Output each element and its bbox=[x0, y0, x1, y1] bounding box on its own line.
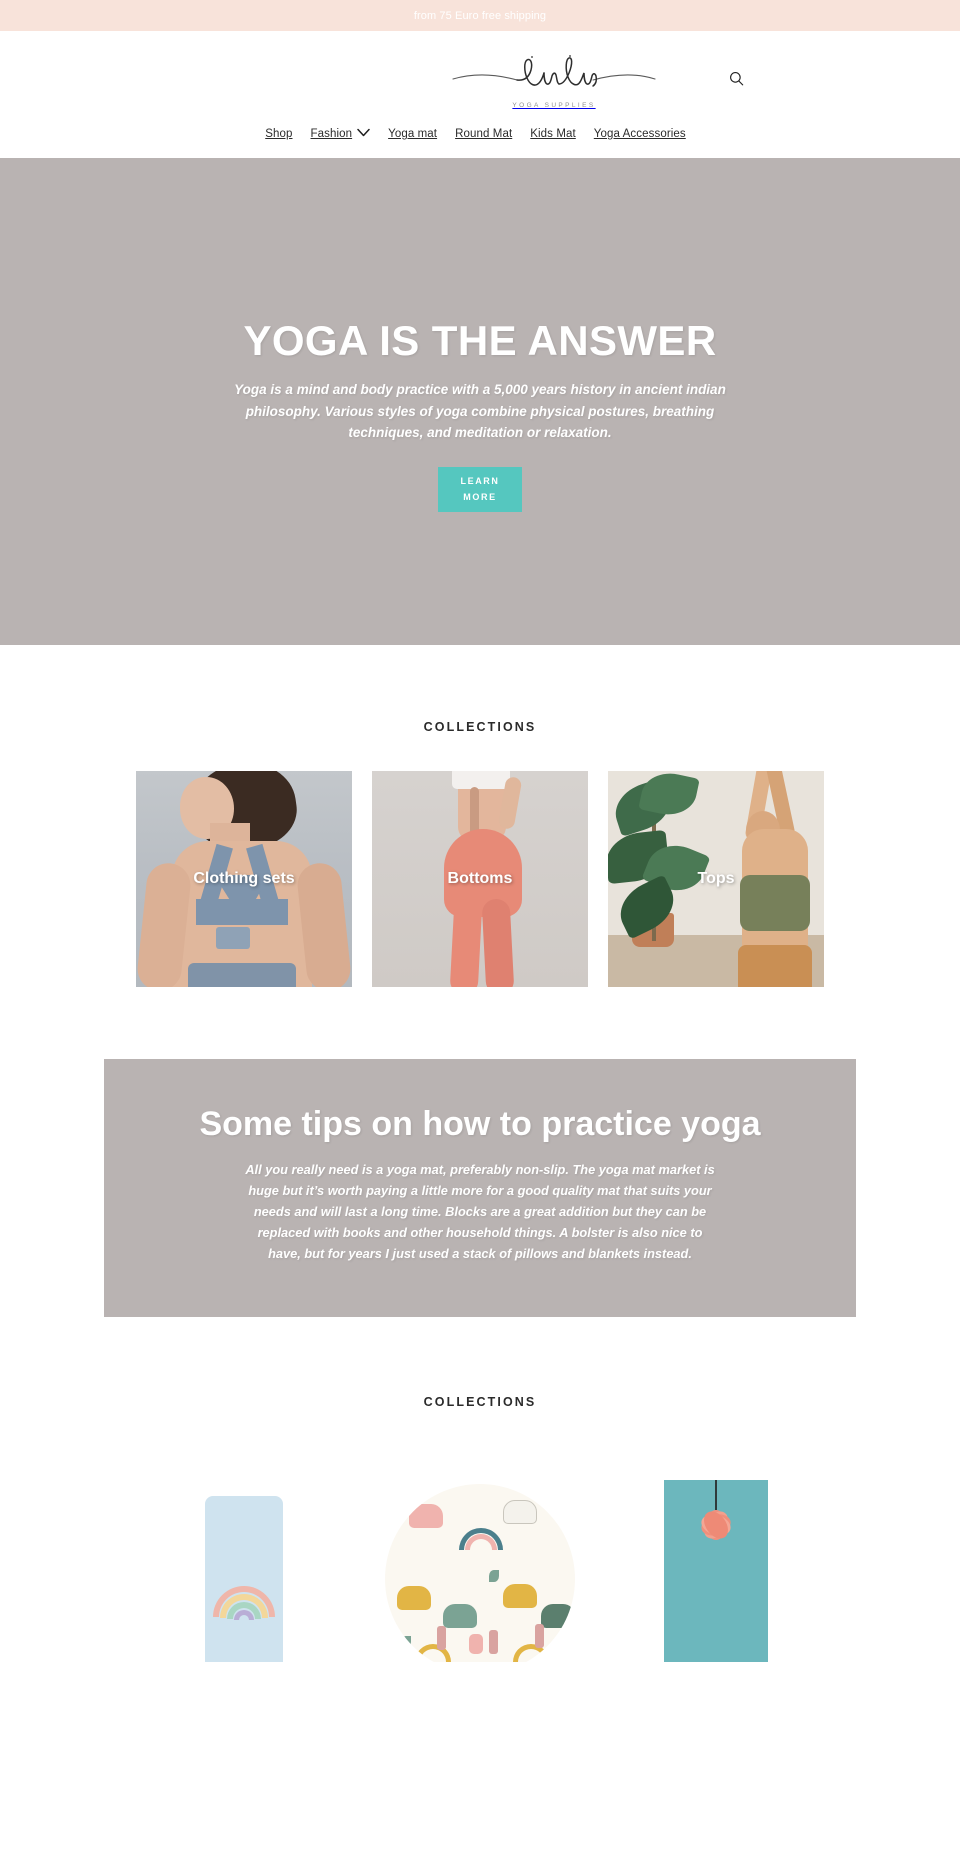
collection-card-rainbow-mat[interactable] bbox=[136, 1445, 352, 1662]
nav-item-yoga-accessories[interactable]: Yoga Accessories bbox=[585, 128, 695, 140]
collection-card-label: Clothing sets bbox=[193, 870, 295, 887]
collection-card-bottoms[interactable]: Bottoms bbox=[372, 771, 588, 987]
tips-section: Some tips on how to practice yoga All yo… bbox=[0, 987, 960, 1317]
nav-item-round-mat[interactable]: Round Mat bbox=[446, 128, 521, 140]
collection-card-label: Tops bbox=[697, 870, 735, 887]
nav-label: Round Mat bbox=[455, 128, 513, 140]
nav-label: Yoga Accessories bbox=[593, 128, 686, 140]
site-header: YOGA SUPPLIES Shop Fashion Yoga mat Roun… bbox=[0, 31, 960, 158]
chevron-down-icon bbox=[357, 128, 370, 140]
hero-learn-more-button[interactable]: LEARN MORE bbox=[438, 467, 522, 512]
tips-banner: Some tips on how to practice yoga All yo… bbox=[104, 1059, 856, 1317]
site-logo[interactable]: YOGA SUPPLIES bbox=[451, 53, 657, 109]
collections-mats-heading: COLLECTIONS bbox=[423, 1394, 537, 1409]
nav-item-fashion[interactable]: Fashion bbox=[302, 128, 380, 140]
nav-item-yoga-mat[interactable]: Yoga mat bbox=[379, 128, 446, 140]
collections-apparel-heading: COLLECTIONS bbox=[423, 720, 537, 734]
logo-subtitle: YOGA SUPPLIES bbox=[512, 102, 596, 109]
collections-apparel-card-list: Clothing sets Bottoms Tops bbox=[0, 771, 960, 987]
tips-body: All you really need is a yoga mat, prefe… bbox=[245, 1161, 715, 1261]
hero-title: YOGA IS THE ANSWER bbox=[243, 317, 717, 364]
product-image-rainbow-mat bbox=[205, 1495, 283, 1662]
main-navigation: Shop Fashion Yoga mat Round Mat Kids Mat… bbox=[0, 117, 960, 151]
product-image-elephant-round-mat bbox=[385, 1483, 575, 1662]
search-icon[interactable] bbox=[725, 67, 747, 89]
announcement-text: from 75 Euro free shipping bbox=[413, 9, 547, 22]
collection-card-elephant-round-mat[interactable] bbox=[372, 1445, 588, 1662]
logo-script-mark bbox=[451, 53, 657, 99]
nav-item-shop[interactable]: Shop bbox=[265, 128, 301, 140]
nav-label: Fashion bbox=[310, 128, 353, 140]
collection-card-tops[interactable]: Tops bbox=[608, 771, 824, 987]
nav-label: Shop bbox=[265, 128, 293, 140]
collections-apparel-section: COLLECTIONS Clothing sets Bottoms Tops bbox=[0, 645, 960, 987]
hero-banner: YOGA IS THE ANSWER Yoga is a mind and bo… bbox=[0, 158, 960, 645]
hero-subtitle: Yoga is a mind and body practice with a … bbox=[234, 382, 726, 441]
nav-label: Kids Mat bbox=[530, 128, 576, 140]
flower-decoration-icon bbox=[694, 1504, 738, 1546]
nav-item-kids-mat[interactable]: Kids Mat bbox=[521, 128, 585, 140]
collection-card-clothing-sets[interactable]: Clothing sets bbox=[136, 771, 352, 987]
collections-mats-section: COLLECTIONS bbox=[0, 1317, 960, 1662]
header-top-row: YOGA SUPPLIES bbox=[0, 45, 960, 117]
tips-title: Some tips on how to practice yoga bbox=[199, 1105, 761, 1143]
nav-label: Yoga mat bbox=[388, 128, 438, 140]
collection-card-label: Bottoms bbox=[447, 870, 513, 887]
collection-card-teal-flower-banner[interactable] bbox=[608, 1445, 824, 1662]
announcement-bar: from 75 Euro free shipping bbox=[0, 0, 960, 31]
collections-mats-card-list bbox=[0, 1445, 960, 1662]
